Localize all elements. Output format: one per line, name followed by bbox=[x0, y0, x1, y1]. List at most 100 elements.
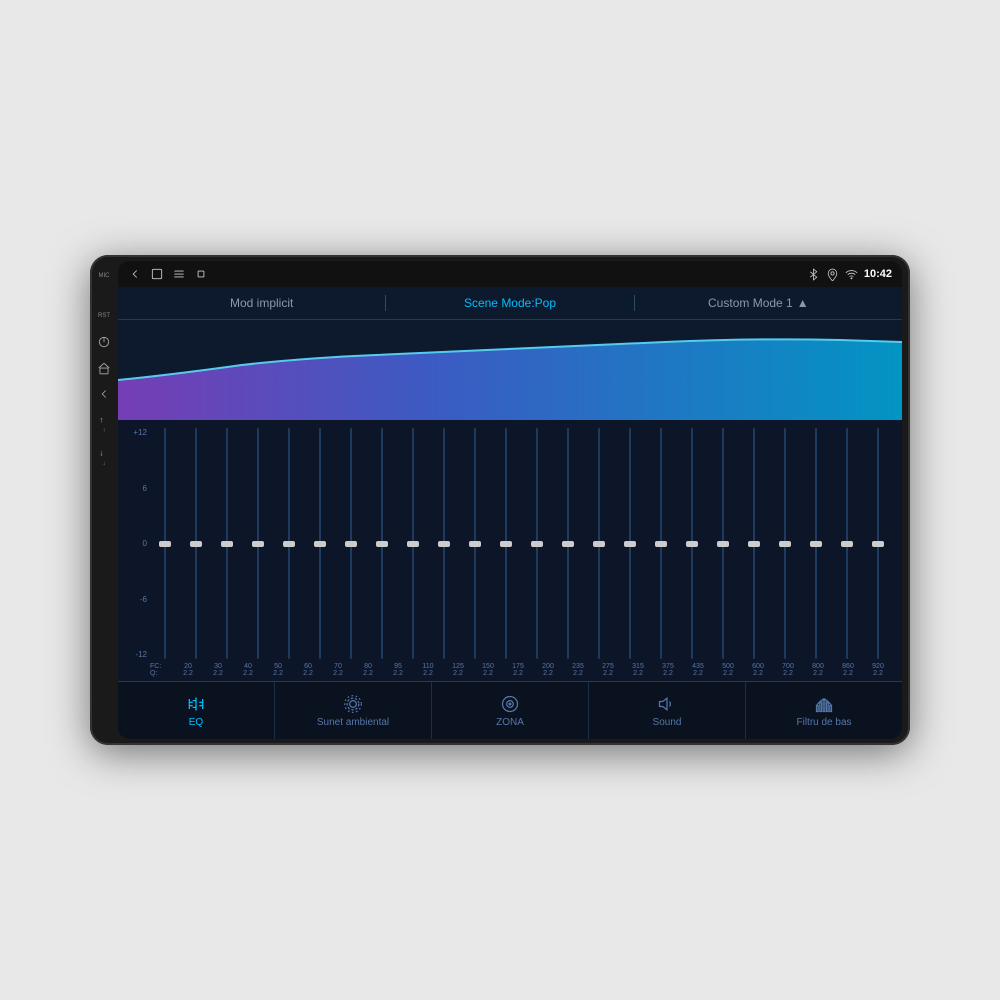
slider-handle-700[interactable] bbox=[779, 541, 791, 547]
slider-track-275[interactable] bbox=[598, 428, 600, 659]
slider-handle-125[interactable] bbox=[438, 541, 450, 547]
slider-track-110[interactable] bbox=[412, 428, 414, 659]
q-value-30: 2.2 bbox=[213, 670, 223, 677]
back-button[interactable] bbox=[97, 387, 111, 401]
bottom-nav[interactable]: EQ Sunet ambiental bbox=[118, 681, 902, 739]
recent-icon[interactable] bbox=[194, 267, 208, 281]
slider-col-435[interactable] bbox=[677, 428, 706, 659]
slider-col-800[interactable] bbox=[801, 428, 830, 659]
slider-col-95[interactable] bbox=[367, 428, 396, 659]
slider-col-235[interactable] bbox=[553, 428, 582, 659]
nav-item-sound[interactable]: Sound bbox=[589, 682, 746, 739]
slider-track-600[interactable] bbox=[753, 428, 755, 659]
slider-col-40[interactable] bbox=[212, 428, 241, 659]
slider-col-110[interactable] bbox=[398, 428, 427, 659]
volume-up-button[interactable]: ↑ ↑ bbox=[97, 413, 111, 434]
slider-handle-375[interactable] bbox=[655, 541, 667, 547]
slider-handle-40[interactable] bbox=[221, 541, 233, 547]
nav-controls[interactable] bbox=[128, 267, 208, 281]
slider-handle-500[interactable] bbox=[717, 541, 729, 547]
mode-scene[interactable]: Scene Mode:Pop bbox=[386, 296, 633, 310]
slider-col-70[interactable] bbox=[305, 428, 334, 659]
slider-track-920[interactable] bbox=[877, 428, 879, 659]
freq-col-70: 702.2 bbox=[324, 663, 352, 677]
slider-handle-600[interactable] bbox=[748, 541, 760, 547]
slider-track-70[interactable] bbox=[319, 428, 321, 659]
slider-handle-110[interactable] bbox=[407, 541, 419, 547]
slider-col-200[interactable] bbox=[522, 428, 551, 659]
slider-handle-20[interactable] bbox=[159, 541, 171, 547]
slider-handle-200[interactable] bbox=[531, 541, 543, 547]
slider-col-60[interactable] bbox=[274, 428, 303, 659]
slider-col-920[interactable] bbox=[863, 428, 892, 659]
slider-track-435[interactable] bbox=[691, 428, 693, 659]
slider-track-315[interactable] bbox=[629, 428, 631, 659]
slider-handle-95[interactable] bbox=[376, 541, 388, 547]
slider-col-175[interactable] bbox=[491, 428, 520, 659]
volume-down-button[interactable]: ↓ ↓ bbox=[97, 446, 111, 467]
mode-default[interactable]: Mod implicit bbox=[138, 296, 385, 310]
back-icon[interactable] bbox=[128, 267, 142, 281]
slider-col-50[interactable] bbox=[243, 428, 272, 659]
sunet-icon bbox=[343, 694, 363, 714]
slider-handle-60[interactable] bbox=[283, 541, 295, 547]
nav-item-zona[interactable]: ZONA bbox=[432, 682, 589, 739]
slider-handle-80[interactable] bbox=[345, 541, 357, 547]
slider-col-315[interactable] bbox=[615, 428, 644, 659]
fc-value-30: 30 bbox=[214, 663, 222, 670]
slider-handle-920[interactable] bbox=[872, 541, 884, 547]
slider-handle-50[interactable] bbox=[252, 541, 264, 547]
slider-handle-30[interactable] bbox=[190, 541, 202, 547]
slider-track-50[interactable] bbox=[257, 428, 259, 659]
slider-handle-150[interactable] bbox=[469, 541, 481, 547]
slider-track-700[interactable] bbox=[784, 428, 786, 659]
slider-col-20[interactable] bbox=[150, 428, 179, 659]
slider-handle-435[interactable] bbox=[686, 541, 698, 547]
slider-track-60[interactable] bbox=[288, 428, 290, 659]
slider-track-175[interactable] bbox=[505, 428, 507, 659]
menu-icon[interactable] bbox=[172, 267, 186, 281]
slider-handle-315[interactable] bbox=[624, 541, 636, 547]
slider-track-125[interactable] bbox=[443, 428, 445, 659]
nav-item-filtru[interactable]: Filtru de bas bbox=[746, 682, 902, 739]
slider-track-375[interactable] bbox=[660, 428, 662, 659]
slider-track-150[interactable] bbox=[474, 428, 476, 659]
slider-col-700[interactable] bbox=[770, 428, 799, 659]
slider-col-150[interactable] bbox=[460, 428, 489, 659]
slider-col-600[interactable] bbox=[739, 428, 768, 659]
slider-handle-175[interactable] bbox=[500, 541, 512, 547]
slider-track-20[interactable] bbox=[164, 428, 166, 659]
slider-track-80[interactable] bbox=[350, 428, 352, 659]
slider-handle-800[interactable] bbox=[810, 541, 822, 547]
slider-col-860[interactable] bbox=[832, 428, 861, 659]
mode-bar[interactable]: Mod implicit Scene Mode:Pop Custom Mode … bbox=[118, 287, 902, 320]
slider-track-40[interactable] bbox=[226, 428, 228, 659]
square-icon[interactable] bbox=[150, 267, 164, 281]
slider-track-95[interactable] bbox=[381, 428, 383, 659]
slider-track-30[interactable] bbox=[195, 428, 197, 659]
slider-handle-275[interactable] bbox=[593, 541, 605, 547]
slider-track-200[interactable] bbox=[536, 428, 538, 659]
nav-item-eq[interactable]: EQ bbox=[118, 682, 275, 739]
slider-handle-235[interactable] bbox=[562, 541, 574, 547]
slider-track-800[interactable] bbox=[815, 428, 817, 659]
mode-custom[interactable]: Custom Mode 1 ▲ bbox=[635, 296, 882, 310]
slider-track-235[interactable] bbox=[567, 428, 569, 659]
slider-track-500[interactable] bbox=[722, 428, 724, 659]
slider-col-375[interactable] bbox=[646, 428, 675, 659]
sliders-grid[interactable] bbox=[150, 424, 892, 663]
slider-col-125[interactable] bbox=[429, 428, 458, 659]
slider-handle-860[interactable] bbox=[841, 541, 853, 547]
home-button[interactable] bbox=[97, 361, 111, 375]
q-value-80: 2.2 bbox=[363, 670, 373, 677]
slider-handle-70[interactable] bbox=[314, 541, 326, 547]
slider-col-80[interactable] bbox=[336, 428, 365, 659]
slider-col-500[interactable] bbox=[708, 428, 737, 659]
slider-col-275[interactable] bbox=[584, 428, 613, 659]
slider-col-30[interactable] bbox=[181, 428, 210, 659]
freq-col-125: 1252.2 bbox=[444, 663, 472, 677]
filtru-icon bbox=[814, 694, 834, 714]
power-button[interactable] bbox=[97, 335, 111, 349]
nav-item-sunet[interactable]: Sunet ambiental bbox=[275, 682, 432, 739]
slider-track-860[interactable] bbox=[846, 428, 848, 659]
